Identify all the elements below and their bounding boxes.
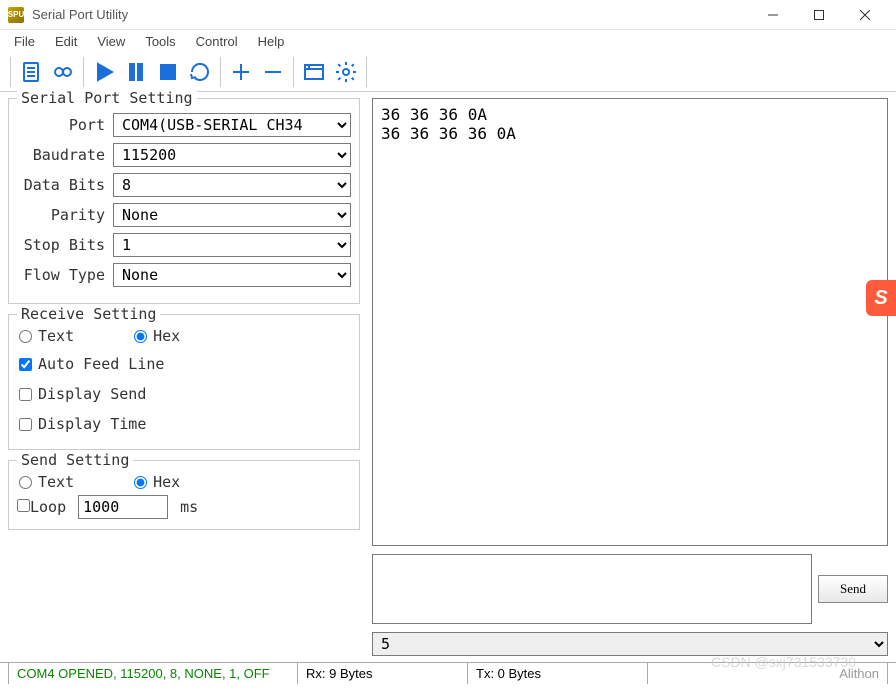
menu-help[interactable]: Help	[248, 32, 295, 51]
display-send-check[interactable]: Display Send	[19, 385, 349, 403]
port-select[interactable]: COM4(USB-SERIAL CH34	[113, 113, 351, 137]
app-icon: SPU	[8, 7, 24, 23]
menu-tools[interactable]: Tools	[135, 32, 185, 51]
plus-icon[interactable]	[225, 56, 257, 88]
title-bar: SPU Serial Port Utility	[0, 0, 896, 30]
output-box[interactable]: 36 36 36 0A 36 36 36 36 0A	[372, 98, 888, 546]
menu-edit[interactable]: Edit	[45, 32, 87, 51]
document-icon[interactable]	[15, 56, 47, 88]
stop-icon[interactable]	[152, 56, 184, 88]
minus-icon[interactable]	[257, 56, 289, 88]
status-brand: Alithon	[648, 663, 888, 684]
menu-view[interactable]: View	[87, 32, 135, 51]
status-bar: COM4 OPENED, 115200, 8, NONE, 1, OFF Rx:…	[0, 662, 896, 684]
send-button[interactable]: Send	[818, 575, 888, 603]
gear-icon[interactable]	[330, 56, 362, 88]
ms-label: ms	[180, 498, 198, 516]
display-time-check[interactable]: Display Time	[19, 415, 349, 433]
stopbits-select[interactable]: 1	[113, 233, 351, 257]
stopbits-label: Stop Bits	[17, 236, 113, 254]
menu-bar: File Edit View Tools Control Help	[0, 30, 896, 52]
toolbar	[0, 52, 896, 92]
send-setting-group: Send Setting Text Hex Loop ms	[8, 460, 360, 530]
play-icon[interactable]	[88, 56, 120, 88]
menu-control[interactable]: Control	[186, 32, 248, 51]
settings-panel: Serial Port Setting Port COM4(USB-SERIAL…	[0, 92, 368, 662]
serial-port-setting-group: Serial Port Setting Port COM4(USB-SERIAL…	[8, 98, 360, 304]
group-title-serial: Serial Port Setting	[17, 89, 197, 107]
parity-select[interactable]: None	[113, 203, 351, 227]
flow-label: Flow Type	[17, 266, 113, 284]
flow-select[interactable]: None	[113, 263, 351, 287]
group-title-send: Send Setting	[17, 451, 133, 469]
minimize-button[interactable]	[750, 0, 796, 30]
receive-text-radio[interactable]: Text	[19, 327, 74, 345]
receive-setting-group: Receive Setting Text Hex Auto Feed Line …	[8, 314, 360, 450]
port-label: Port	[17, 116, 113, 134]
maximize-button[interactable]	[796, 0, 842, 30]
loop-interval-input[interactable]	[78, 495, 168, 519]
window-icon[interactable]	[298, 56, 330, 88]
group-title-receive: Receive Setting	[17, 305, 160, 323]
history-combo[interactable]: 5	[372, 632, 888, 656]
refresh-icon[interactable]	[184, 56, 216, 88]
baudrate-select[interactable]: 115200	[113, 143, 351, 167]
content-area: Serial Port Setting Port COM4(USB-SERIAL…	[0, 92, 896, 662]
menu-file[interactable]: File	[4, 32, 45, 51]
databits-select[interactable]: 8	[113, 173, 351, 197]
baudrate-label: Baudrate	[17, 146, 113, 164]
status-rx: Rx: 9 Bytes	[298, 663, 468, 684]
auto-feed-line-check[interactable]: Auto Feed Line	[19, 355, 349, 373]
window-title: Serial Port Utility	[32, 7, 750, 22]
send-input[interactable]	[372, 554, 812, 624]
loop-check[interactable]: Loop	[17, 498, 66, 516]
record-icon[interactable]	[47, 56, 79, 88]
send-text-radio[interactable]: Text	[19, 473, 74, 491]
databits-label: Data Bits	[17, 176, 113, 194]
status-tx: Tx: 0 Bytes	[468, 663, 648, 684]
receive-hex-radio[interactable]: Hex	[134, 327, 180, 345]
parity-label: Parity	[17, 206, 113, 224]
send-hex-radio[interactable]: Hex	[134, 473, 180, 491]
io-panel: 36 36 36 0A 36 36 36 36 0A Send 5	[368, 92, 896, 662]
pause-icon[interactable]	[120, 56, 152, 88]
close-button[interactable]	[842, 0, 888, 30]
status-connection: COM4 OPENED, 115200, 8, NONE, 1, OFF	[8, 663, 298, 684]
side-badge-icon: S	[866, 280, 896, 316]
